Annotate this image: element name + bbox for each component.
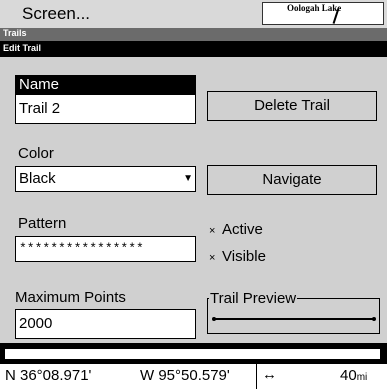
pattern-label: Pattern (18, 215, 67, 232)
pattern-field[interactable]: **************** (15, 236, 196, 262)
trail-preview-start-dot (212, 317, 216, 321)
trail-preview-label: Trail Preview (209, 290, 298, 307)
name-label: Name (15, 75, 196, 95)
screen-menu-title[interactable]: Screen... (22, 4, 90, 24)
dropdown-arrow-icon[interactable]: ▼ (183, 170, 193, 188)
edit-trail-title: Edit Trail (3, 43, 42, 53)
latitude-readout: N 36°08.971' (5, 367, 92, 384)
visible-label: Visible (222, 248, 266, 265)
double-arrow-icon: ↔ (262, 366, 277, 383)
trails-title: Trails (3, 28, 27, 38)
top-bar: Screen... Oologah Lake (0, 0, 387, 28)
gps-screen: Screen... Oologah Lake Trails Edit Trail… (0, 0, 387, 389)
checkbox-checked-icon: × (209, 252, 216, 264)
name-field[interactable]: Trail 2 (15, 94, 196, 124)
bottom-scroll-area (5, 349, 380, 359)
map-place-label: Oologah Lake (287, 3, 342, 13)
longitude-readout: W 95°50.579' (140, 367, 230, 384)
checkbox-checked-icon: × (209, 225, 216, 237)
edit-trail-bar: Edit Trail (0, 41, 387, 57)
delete-trail-button[interactable]: Delete Trail (207, 91, 377, 121)
active-checkbox[interactable]: × Active (209, 221, 263, 238)
color-select[interactable]: Black ▼ (15, 166, 196, 192)
maximum-points-field[interactable]: 2000 (15, 309, 196, 339)
range-value: 40 (340, 367, 357, 384)
navigate-button[interactable]: Navigate (207, 165, 377, 195)
status-bar: N 36°08.971' W 95°50.579' ↔ 40mi (0, 363, 387, 389)
range-readout: 40mi (340, 367, 367, 384)
trail-preview-end-dot (372, 317, 376, 321)
maximum-points-label: Maximum Points (15, 289, 126, 306)
active-label: Active (222, 221, 263, 238)
map-thumbnail: Oologah Lake (262, 2, 384, 25)
status-divider (256, 364, 257, 389)
color-label: Color (18, 145, 54, 162)
trail-preview-line (214, 318, 374, 320)
color-value: Black (19, 170, 56, 187)
visible-checkbox[interactable]: × Visible (209, 248, 266, 265)
range-unit: mi (356, 372, 368, 383)
trails-bar: Trails (0, 28, 387, 41)
